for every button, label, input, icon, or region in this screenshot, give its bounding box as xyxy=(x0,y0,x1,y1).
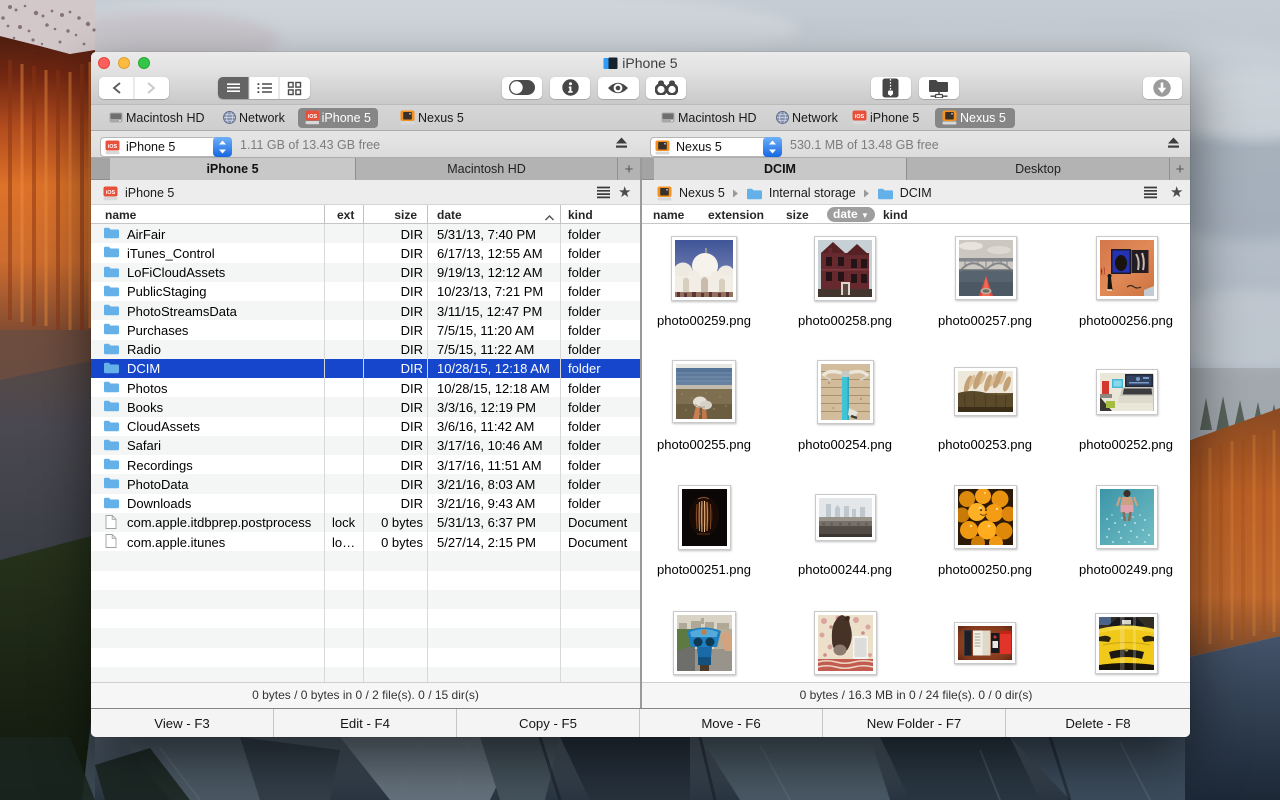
svg-text:iOS: iOS xyxy=(855,114,865,120)
svg-text:iOS: iOS xyxy=(106,190,116,196)
svg-text:iOS: iOS xyxy=(108,144,118,150)
svg-text:iOS: iOS xyxy=(308,114,318,120)
